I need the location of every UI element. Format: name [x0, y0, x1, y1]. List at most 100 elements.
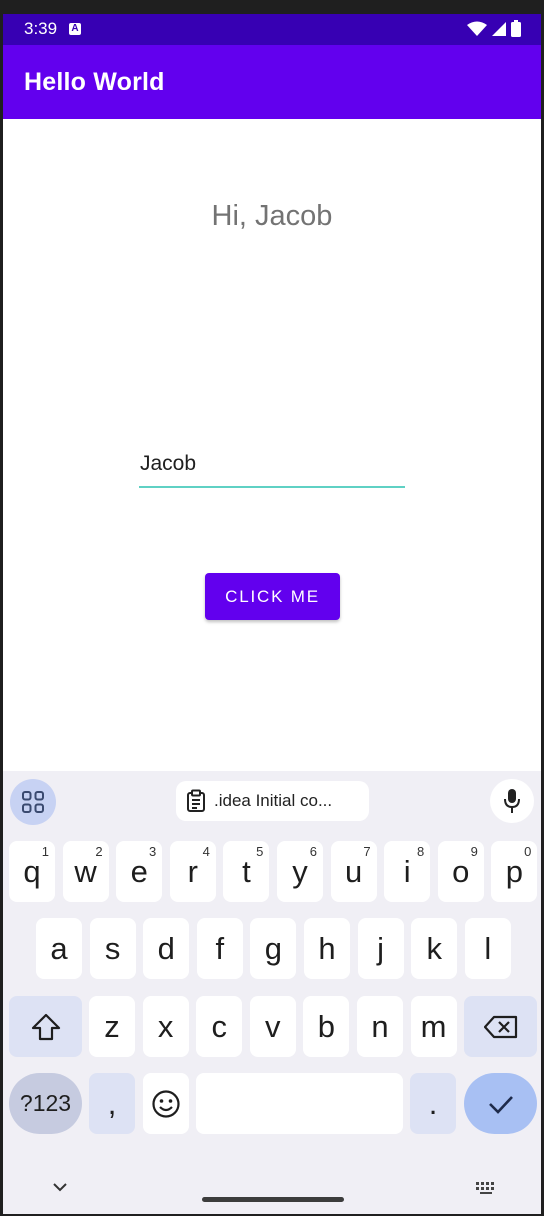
key-i[interactable]: 8i — [384, 841, 431, 902]
period-key[interactable]: . — [410, 1073, 456, 1134]
symbols-key[interactable]: ?123 — [9, 1073, 82, 1134]
key-k[interactable]: k — [411, 918, 458, 979]
voice-input-button[interactable] — [490, 779, 534, 823]
key-label: i — [403, 853, 411, 889]
key-hint: 1 — [41, 844, 49, 859]
key-m[interactable]: m — [410, 996, 457, 1057]
greeting-text: Hi, Jacob — [211, 200, 333, 232]
key-p[interactable]: 0p — [491, 841, 538, 902]
key-hint: 5 — [256, 844, 264, 859]
key-x[interactable]: x — [142, 996, 189, 1057]
app-title: Hello World — [24, 68, 165, 96]
key-a[interactable]: a — [36, 918, 82, 979]
battery-icon — [511, 20, 521, 37]
key-label: n — [371, 1008, 389, 1044]
emoji-icon — [152, 1089, 180, 1118]
key-g[interactable]: g — [250, 918, 297, 979]
keyboard-apps-button[interactable] — [10, 779, 56, 825]
status-icons — [467, 20, 521, 37]
key-n[interactable]: n — [357, 996, 403, 1057]
key-label: g — [264, 930, 283, 966]
backspace-icon — [483, 1015, 517, 1038]
key-label: f — [215, 930, 225, 966]
key-label: c — [211, 1008, 227, 1044]
key-hint: 2 — [95, 844, 103, 859]
key-w[interactable]: 2w — [62, 841, 109, 902]
key-f[interactable]: f — [196, 918, 243, 979]
key-label: v — [265, 1008, 281, 1044]
key-label: p — [505, 853, 524, 889]
key-hint: 6 — [309, 844, 317, 859]
signal-icon — [492, 21, 506, 36]
space-key[interactable] — [196, 1073, 403, 1134]
apps-grid-icon — [22, 791, 44, 813]
key-hint: 3 — [148, 844, 157, 859]
key-label: e — [130, 853, 148, 889]
key-hint: 0 — [524, 844, 532, 859]
key-label: t — [242, 853, 251, 889]
keyboard-nav-bar — [3, 1171, 541, 1214]
soft-keyboard: .idea Initial co... 1q2w3e4r5t6y7u8i9o0p… — [3, 771, 541, 1214]
screen: 3:39 A Hello World Hi, Jacob CLICK ME — [3, 14, 541, 1214]
key-z[interactable]: z — [89, 996, 135, 1057]
emoji-key[interactable] — [143, 1073, 189, 1134]
enter-key[interactable] — [464, 1073, 537, 1134]
key-label: q — [23, 853, 41, 889]
key-hint: 9 — [470, 844, 478, 859]
keyboard-toolbar: .idea Initial co... — [3, 771, 541, 831]
shift-key[interactable] — [9, 996, 82, 1057]
key-label: j — [377, 930, 385, 966]
key-r[interactable]: 4r — [169, 841, 216, 902]
key-q[interactable]: 1q — [9, 841, 55, 902]
key-b[interactable]: b — [303, 996, 350, 1057]
key-o[interactable]: 9o — [437, 841, 484, 902]
key-label: a — [50, 930, 68, 966]
click-me-button[interactable]: CLICK ME — [205, 573, 340, 620]
key-label: k — [426, 930, 442, 966]
keyboard-switcher-icon[interactable] — [475, 1181, 497, 1195]
key-y[interactable]: 6y — [277, 841, 323, 902]
clipboard-suggestion[interactable]: .idea Initial co... — [176, 781, 369, 821]
shift-icon — [31, 1013, 60, 1040]
key-label: w — [74, 853, 97, 889]
key-label: o — [452, 853, 470, 889]
key-hint: 8 — [416, 844, 425, 859]
key-label: z — [104, 1008, 120, 1044]
clipboard-icon — [187, 789, 205, 812]
key-label: d — [157, 930, 175, 966]
key-e[interactable]: 3e — [116, 841, 163, 902]
key-hint: 7 — [363, 844, 371, 859]
device-frame: 3:39 A Hello World Hi, Jacob CLICK ME — [0, 0, 544, 1216]
key-v[interactable]: v — [249, 996, 296, 1057]
key-t[interactable]: 5t — [223, 841, 270, 902]
name-input[interactable] — [139, 448, 405, 488]
checkmark-icon — [488, 1095, 513, 1114]
key-label: y — [292, 853, 308, 889]
key-label: u — [344, 853, 363, 889]
key-c[interactable]: c — [196, 996, 243, 1057]
microphone-icon — [504, 789, 520, 813]
key-label: s — [104, 930, 121, 966]
key-label: x — [157, 1008, 174, 1044]
key-s[interactable]: s — [89, 918, 136, 979]
key-d[interactable]: d — [143, 918, 190, 979]
key-l[interactable]: l — [464, 918, 511, 979]
status-time: 3:39 — [24, 19, 58, 38]
key-label: r — [187, 853, 198, 889]
wifi-icon — [467, 21, 487, 36]
comma-key[interactable]: , — [89, 1073, 135, 1134]
backspace-key[interactable] — [464, 996, 537, 1057]
notification-icon: A — [69, 23, 81, 35]
key-label: l — [484, 930, 492, 966]
gesture-handle[interactable] — [202, 1197, 344, 1202]
key-label: b — [317, 1008, 336, 1044]
hide-keyboard-chevron-down-icon[interactable] — [51, 1181, 69, 1193]
key-hint: 4 — [202, 844, 210, 859]
key-label: h — [318, 930, 336, 966]
status-bar: 3:39 A — [3, 14, 541, 45]
key-u[interactable]: 7u — [330, 841, 377, 902]
key-j[interactable]: j — [357, 918, 404, 979]
key-h[interactable]: h — [304, 918, 350, 979]
app-bar: Hello World — [3, 45, 541, 119]
key-label: m — [420, 1008, 447, 1044]
